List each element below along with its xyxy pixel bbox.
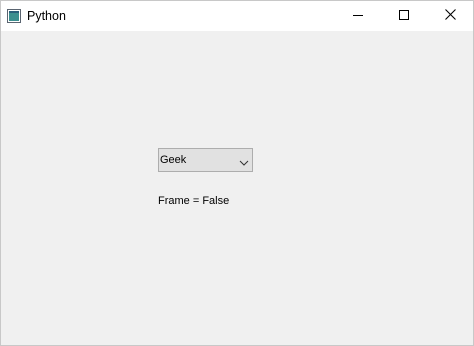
close-icon: [444, 7, 456, 25]
minimize-icon: [353, 7, 363, 25]
minimize-button[interactable]: [335, 1, 381, 31]
title-bar[interactable]: Python: [1, 1, 473, 31]
combo-selected-value: Geek: [160, 154, 187, 166]
combo-box[interactable]: Geek: [158, 148, 253, 172]
frame-status-label: Frame = False: [158, 195, 230, 207]
window-title: Python: [27, 9, 66, 23]
maximize-button[interactable]: [381, 1, 427, 31]
app-window: Python Geek Frame = False: [0, 0, 474, 346]
close-button[interactable]: [427, 1, 473, 31]
python-window-icon: [7, 9, 21, 23]
client-area: Geek Frame = False: [1, 31, 473, 345]
maximize-icon: [399, 7, 409, 25]
chevron-down-icon[interactable]: [239, 155, 249, 166]
